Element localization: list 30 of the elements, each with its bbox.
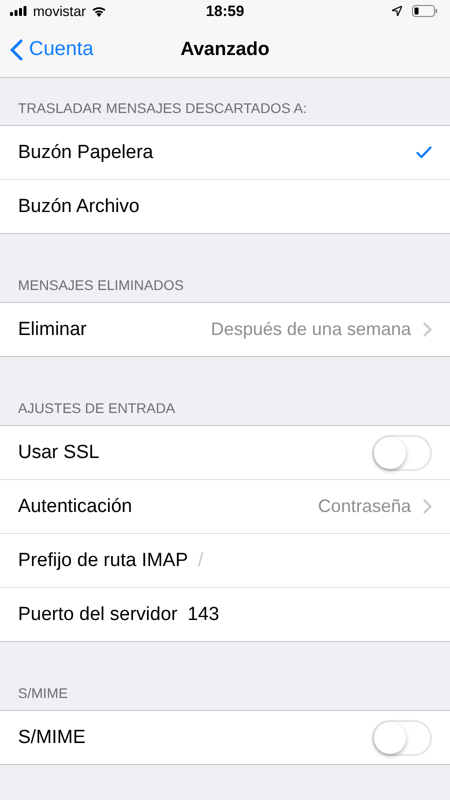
section-header: TRASLADAR MENSAJES DESCARTADOS A: xyxy=(18,100,307,116)
row-label: Buzón Archivo xyxy=(18,196,140,218)
screen-title: Avanzado xyxy=(180,38,270,60)
row-label: Eliminar xyxy=(18,318,87,340)
toggle-switch[interactable] xyxy=(372,434,432,470)
checkmark-icon xyxy=(416,146,432,159)
row-label: Prefijo de ruta IMAP xyxy=(18,550,188,572)
battery-icon xyxy=(412,5,438,17)
row-label: S/MIME xyxy=(18,726,86,748)
row-label: Autenticación xyxy=(18,496,132,518)
chevron-right-icon[interactable] xyxy=(423,322,432,337)
toggle-switch[interactable] xyxy=(372,720,432,756)
row-label: Usar SSL xyxy=(18,442,100,464)
wifi-icon xyxy=(90,5,107,17)
carrier-name: movistar xyxy=(33,3,86,19)
section-header: MENSAJES ELIMINADOS xyxy=(18,277,184,293)
status-time: 18:59 xyxy=(206,2,244,20)
row-value: Después de una semana xyxy=(210,319,411,340)
chevron-left-icon xyxy=(10,38,23,60)
section-header: S/MIME xyxy=(18,685,68,701)
section-header: AJUSTES DE ENTRADA xyxy=(18,400,176,416)
location-arrow-icon xyxy=(392,6,402,16)
signal-icon xyxy=(10,6,28,16)
input-field[interactable]: / xyxy=(198,550,432,572)
row-label: Puerto del servidor xyxy=(18,604,178,626)
back-button[interactable]: Cuenta xyxy=(0,38,94,61)
row-value: Contraseña xyxy=(318,496,411,517)
input-field[interactable]: 143 xyxy=(187,604,432,626)
row-label: Buzón Papelera xyxy=(18,142,154,164)
chevron-right-icon[interactable] xyxy=(423,499,432,514)
